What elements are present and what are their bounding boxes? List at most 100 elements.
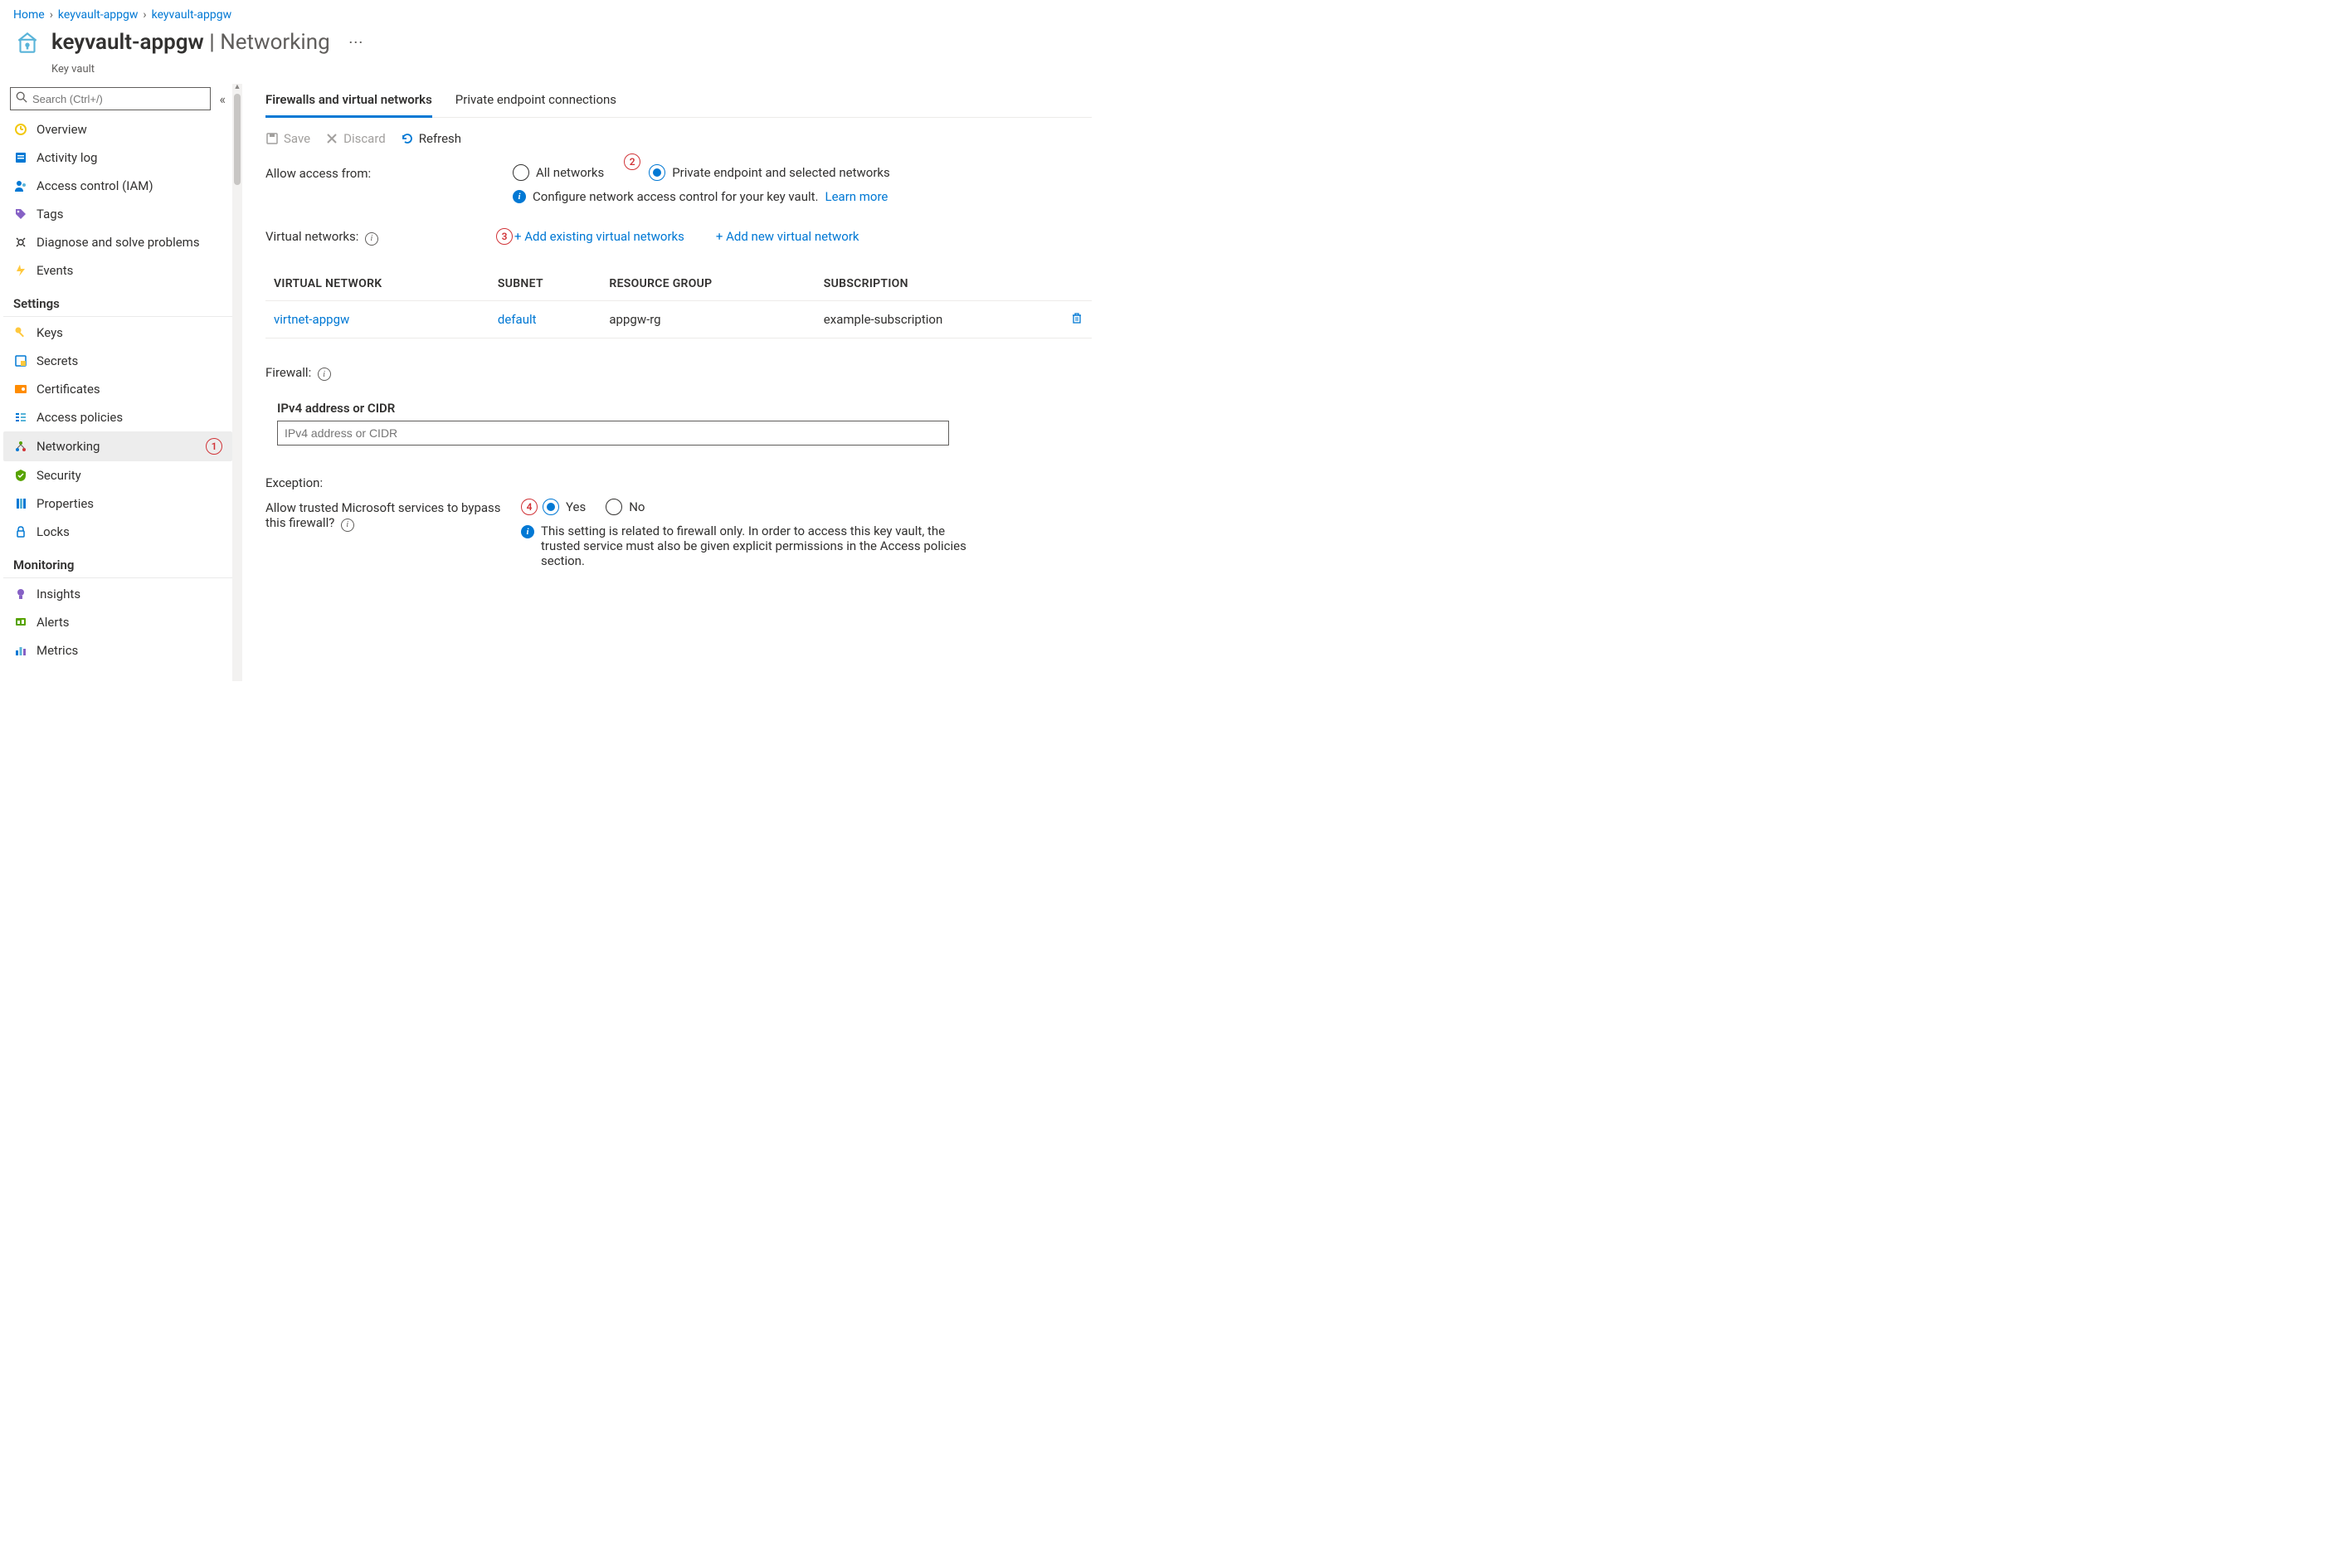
exception-label: Exception: [265,467,1092,495]
access-control-icon [13,178,28,193]
sidebar-item-insights[interactable]: Insights [3,580,232,608]
col-subnet: SUBNET [489,267,601,301]
nav-label: Access policies [37,410,123,425]
diagnose-icon [13,235,28,250]
sidebar-item-secrets[interactable]: Secrets [3,347,232,375]
chevron-right-icon: › [50,8,53,22]
nav-group-settings: Settings [3,285,232,317]
sidebar-item-access-control[interactable]: Access control (IAM) [3,172,232,200]
save-button[interactable]: Save [265,131,310,146]
sidebar-item-diagnose[interactable]: Diagnose and solve problems [3,228,232,256]
learn-more-link[interactable]: Learn more [825,189,888,204]
sidebar-item-metrics[interactable]: Metrics [3,636,232,665]
discard-icon [325,132,338,145]
networking-icon [13,439,28,454]
nav-label: Keys [37,325,63,340]
add-new-vnet-link[interactable]: + Add new virtual network [716,229,859,244]
bypass-firewall-label: Allow trusted Microsoft services to bypa… [265,499,514,532]
rg-cell: appgw-rg [601,300,815,338]
firewall-label: Firewall: i [265,357,1092,387]
scrollbar-thumb[interactable] [234,94,241,185]
info-icon[interactable]: i [365,232,378,246]
sidebar-item-activity-log[interactable]: Activity log [3,144,232,172]
main-content: Firewalls and virtual networks Private e… [242,84,1112,681]
nav-label: Metrics [37,643,78,658]
info-icon: i [521,525,534,538]
radio-bypass-no[interactable]: No [606,499,645,515]
sidebar-item-properties[interactable]: Properties [3,489,232,518]
save-icon [265,132,279,145]
nav-label: Tags [37,207,63,222]
certificates-icon [13,382,28,397]
radio-all-networks[interactable]: All networks [513,164,604,181]
events-icon [13,263,28,278]
metrics-icon [13,643,28,658]
search-icon [16,91,27,106]
info-icon[interactable]: i [318,368,331,381]
vnet-table: VIRTUAL NETWORK SUBNET RESOURCE GROUP SU… [265,267,1092,338]
ipv4-cidr-input[interactable] [277,421,949,446]
nav-label: Activity log [37,150,97,165]
secrets-icon [13,353,28,368]
collapse-sidebar-button[interactable]: « [219,91,226,107]
info-icon[interactable]: i [341,519,354,532]
annotation-4: 4 [521,499,538,515]
more-button[interactable]: ⋯ [348,34,363,51]
annotation-2: 2 [624,153,640,170]
nav-label: Overview [37,122,87,137]
sidebar-search[interactable] [10,87,211,110]
col-vnet: VIRTUAL NETWORK [265,267,489,301]
sidebar-item-networking[interactable]: Networking 1 [3,431,232,461]
resource-type-label: Key vault [0,63,1112,75]
search-input[interactable] [32,93,205,105]
refresh-button[interactable]: Refresh [401,131,461,146]
virtual-networks-label: Virtual networks: i [265,227,489,246]
ipv4-header: IPv4 address or CIDR [265,386,1092,421]
nav-label: Locks [37,524,70,539]
add-existing-vnet-link[interactable]: + Add existing virtual networks [514,229,684,244]
subnet-link[interactable]: default [498,312,537,327]
page-title: keyvault-appgw | Networking [51,30,330,55]
sidebar-item-certificates[interactable]: Certificates [3,375,232,403]
discard-button[interactable]: Discard [325,131,386,146]
security-icon [13,468,28,483]
nav-label: Events [37,263,73,278]
annotation-1: 1 [206,438,222,455]
table-row: virtnet-appgw default appgw-rg example-s… [265,300,1092,338]
trash-icon [1070,311,1083,324]
tags-icon [13,207,28,222]
tab-firewalls[interactable]: Firewalls and virtual networks [265,85,432,118]
vnet-link[interactable]: virtnet-appgw [274,312,349,327]
radio-selected-networks[interactable]: Private endpoint and selected networks [649,164,890,181]
tab-private-endpoints[interactable]: Private endpoint connections [455,85,616,117]
locks-icon [13,524,28,539]
sidebar-item-access-policies[interactable]: Access policies [3,403,232,431]
exception-info-text: This setting is related to firewall only… [541,523,986,568]
nav-label: Insights [37,587,80,601]
breadcrumb-home[interactable]: Home [13,8,45,22]
radio-bypass-yes[interactable]: Yes [543,499,586,515]
nav-label: Access control (IAM) [37,178,153,193]
activity-log-icon [13,150,28,165]
sidebar-item-tags[interactable]: Tags [3,200,232,228]
sidebar-item-keys[interactable]: Keys [3,319,232,347]
overview-icon [13,122,28,137]
sub-cell: example-subscription [815,300,1059,338]
keyvault-icon [13,28,41,56]
tabs: Firewalls and virtual networks Private e… [265,85,1092,118]
sidebar-scrollbar[interactable]: ▲ [232,84,242,681]
sidebar-item-locks[interactable]: Locks [3,518,232,546]
breadcrumb-l2[interactable]: keyvault-appgw [152,8,232,22]
sidebar: « Overview Activity log Access control (… [0,84,232,681]
breadcrumb-l1[interactable]: keyvault-appgw [58,8,139,22]
nav-label: Certificates [37,382,100,397]
delete-row-button[interactable] [1059,300,1092,338]
sidebar-item-security[interactable]: Security [3,461,232,489]
sidebar-item-events[interactable]: Events [3,256,232,285]
col-sub: SUBSCRIPTION [815,267,1059,301]
nav-label: Alerts [37,615,70,630]
sidebar-item-alerts[interactable]: Alerts [3,608,232,636]
nav-label: Secrets [37,353,78,368]
sidebar-item-overview[interactable]: Overview [3,115,232,144]
nav-label: Security [37,468,81,483]
